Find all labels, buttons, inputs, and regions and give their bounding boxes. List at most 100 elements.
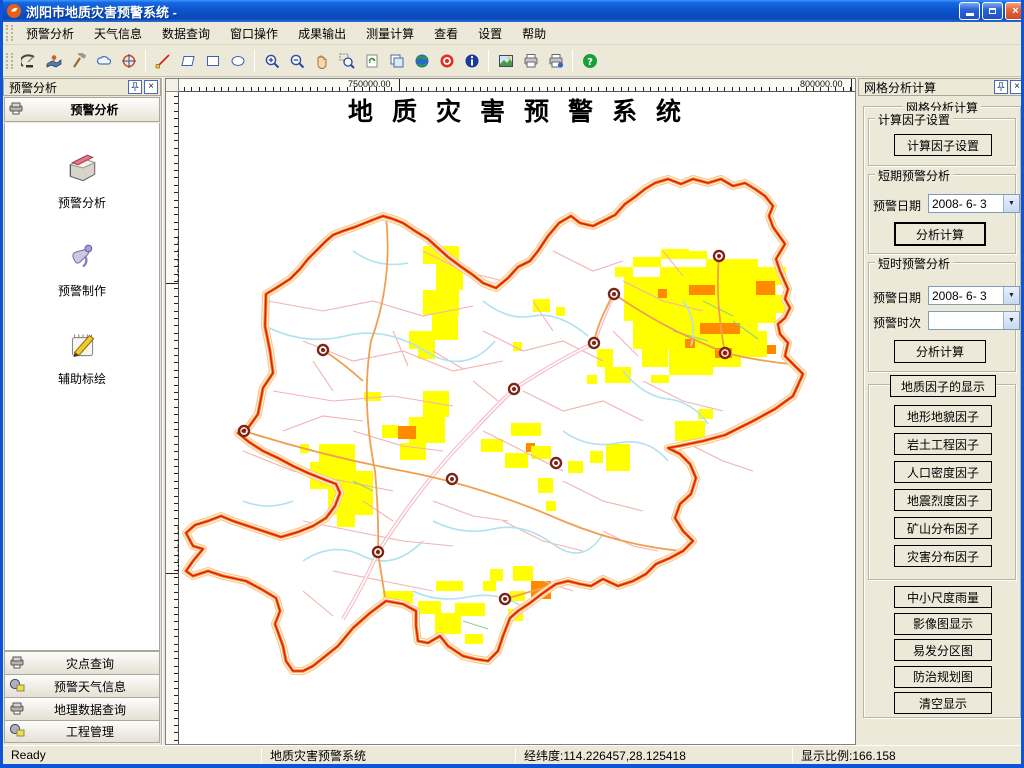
globe-doc-icon	[9, 677, 25, 696]
map-title: 地 质 灾 害 预 警 系 统	[348, 97, 688, 126]
ruler-x-label: 750000.00	[348, 79, 391, 89]
short-term-analyze-button[interactable]: 分析计算	[894, 222, 986, 246]
title-bar: 浏阳市地质灾害预警系统 - ×	[0, 0, 1024, 22]
radar-icon[interactable]	[16, 48, 41, 73]
zoom-select-icon[interactable]	[334, 48, 359, 73]
geo-factor-button-4[interactable]: 矿山分布因子	[894, 517, 992, 539]
extra-button-4[interactable]: 清空显示	[894, 692, 992, 714]
hammer-icon[interactable]	[66, 48, 91, 73]
info-icon[interactable]	[459, 48, 484, 73]
menu-item-8[interactable]: 帮助	[512, 22, 556, 45]
menu-item-3[interactable]: 窗口操作	[220, 22, 288, 45]
right-panel: 网格分析计算 × 网格分析计算 计算因子设置 计算因子设置 短期预警分析 预警日…	[858, 78, 1024, 745]
menu-item-4[interactable]: 成果输出	[288, 22, 356, 45]
toolbar-grip[interactable]	[6, 53, 13, 69]
pin-icon[interactable]	[128, 80, 142, 94]
geo-factor-display-button[interactable]: 地质因子的显示	[890, 375, 996, 397]
minimize-button[interactable]	[959, 2, 980, 20]
menu-item-7[interactable]: 设置	[468, 22, 512, 45]
extra-button-2[interactable]: 易发分区图	[894, 639, 992, 661]
left-tool-0[interactable]: 预警分析	[5, 151, 159, 211]
left-panel-body: 预警分析预警制作辅助标绘	[4, 123, 160, 651]
refresh-icon[interactable]	[359, 48, 384, 73]
extra-button-3[interactable]: 防治规划图	[894, 666, 992, 688]
left-bar-label: 预警天气信息	[25, 678, 155, 695]
menu-grip[interactable]	[6, 25, 13, 41]
help-icon[interactable]: ?	[577, 48, 602, 73]
restore-button[interactable]	[982, 2, 1003, 20]
print-icon[interactable]	[518, 48, 543, 73]
close-panel-icon[interactable]: ×	[144, 80, 158, 94]
close-button[interactable]: ×	[1005, 2, 1024, 20]
geo-factor-button-0[interactable]: 地形地貌因子	[894, 405, 992, 427]
stop-icon[interactable]	[434, 48, 459, 73]
toolbar-separator	[145, 50, 146, 72]
left-panel-header: 预警分析 ×	[3, 78, 161, 96]
polygon-tool-icon[interactable]	[175, 48, 200, 73]
left-tool-label: 辅助标绘	[58, 370, 106, 387]
pin-icon[interactable]	[994, 80, 1008, 94]
chevron-down-icon[interactable]: ▼	[1003, 312, 1019, 329]
menu-items: 预警分析天气信息数据查询窗口操作成果输出测量计算查看设置帮助	[16, 22, 556, 45]
geo-factor-button-1[interactable]: 岩土工程因子	[894, 433, 992, 455]
globe-icon[interactable]	[409, 48, 434, 73]
app-window: 浏阳市地质灾害预警系统 - × 预警分析天气信息数据查询窗口操作成果输出测量计算…	[0, 0, 1024, 768]
window-bottom-border	[0, 764, 1024, 768]
short-term-date-value: 2008- 6- 3	[929, 197, 1003, 211]
left-tool-1[interactable]: 预警制作	[5, 239, 159, 299]
pan-icon[interactable]	[309, 48, 334, 73]
menu-item-6[interactable]: 查看	[424, 22, 468, 45]
left-tool-label: 预警制作	[58, 282, 106, 299]
ellipse-tool-icon[interactable]	[225, 48, 250, 73]
toolbar-items: ?	[16, 48, 602, 73]
right-panel-title: 网格分析计算	[861, 79, 992, 96]
crosshair-icon[interactable]	[116, 48, 141, 73]
short-term-date-label: 预警日期	[873, 197, 921, 214]
toolbar-separator	[488, 50, 489, 72]
short-term-date-combo[interactable]: 2008- 6- 3 ▼	[928, 194, 1020, 213]
status-ready: Ready	[3, 748, 261, 762]
survey-tool-icon[interactable]	[41, 48, 66, 73]
left-panel-section-label: 预警分析	[30, 101, 159, 118]
geo-factor-button-3[interactable]: 地震烈度因子	[894, 489, 992, 511]
extra-button-0[interactable]: 中小尺度雨量	[894, 586, 992, 608]
status-scale: 显示比例:166.158	[793, 747, 933, 764]
left-panel: 预警分析 × 预警分析 预警分析预警制作辅助标绘 灾点查询预警天气信息地理数据查…	[3, 78, 163, 745]
left-bar-1[interactable]: 预警天气信息	[4, 674, 160, 697]
image-icon[interactable]	[493, 48, 518, 73]
close-panel-icon[interactable]: ×	[1010, 80, 1024, 94]
extra-button-1[interactable]: 影像图显示	[894, 613, 992, 635]
menu-item-2[interactable]: 数据查询	[152, 22, 220, 45]
ruler-top: 750000.00800000.00	[179, 79, 855, 92]
plotter-icon	[9, 700, 25, 719]
copy-icon[interactable]	[384, 48, 409, 73]
left-panel-bars: 灾点查询预警天气信息地理数据查询工程管理	[4, 651, 160, 743]
geo-factor-button-2[interactable]: 人口密度因子	[894, 461, 992, 483]
print-setup-icon[interactable]	[543, 48, 568, 73]
globe-doc-icon	[9, 722, 25, 741]
short-time-date-combo[interactable]: 2008- 6- 3 ▼	[928, 286, 1020, 305]
menu-item-0[interactable]: 预警分析	[16, 22, 84, 45]
zoom-out-icon[interactable]	[284, 48, 309, 73]
left-bar-0[interactable]: 灾点查询	[4, 651, 160, 674]
menu-item-5[interactable]: 测量计算	[356, 22, 424, 45]
ruler-left: 3150000.003100000.00	[166, 92, 179, 744]
cloud-icon[interactable]	[91, 48, 116, 73]
chevron-down-icon[interactable]: ▼	[1003, 195, 1019, 212]
chevron-down-icon[interactable]: ▼	[1003, 287, 1019, 304]
short-time-analyze-button[interactable]: 分析计算	[894, 340, 986, 363]
toolbar: ?	[3, 45, 1021, 77]
map-canvas[interactable]: 地 质 灾 害 预 警 系 统	[179, 92, 855, 744]
short-time-times-combo[interactable]: ▼	[928, 311, 1020, 330]
zoom-in-icon[interactable]	[259, 48, 284, 73]
left-panel-section-bar[interactable]: 预警分析	[4, 97, 160, 122]
menu-item-1[interactable]: 天气信息	[84, 22, 152, 45]
left-bar-2[interactable]: 地理数据查询	[4, 697, 160, 720]
line-tool-icon[interactable]	[150, 48, 175, 73]
left-tool-2[interactable]: 辅助标绘	[5, 327, 159, 387]
plotter-icon	[8, 100, 30, 119]
factor-setting-button[interactable]: 计算因子设置	[894, 134, 992, 156]
rectangle-tool-icon[interactable]	[200, 48, 225, 73]
left-bar-3[interactable]: 工程管理	[4, 720, 160, 743]
geo-factor-button-5[interactable]: 灾害分布因子	[894, 545, 992, 567]
